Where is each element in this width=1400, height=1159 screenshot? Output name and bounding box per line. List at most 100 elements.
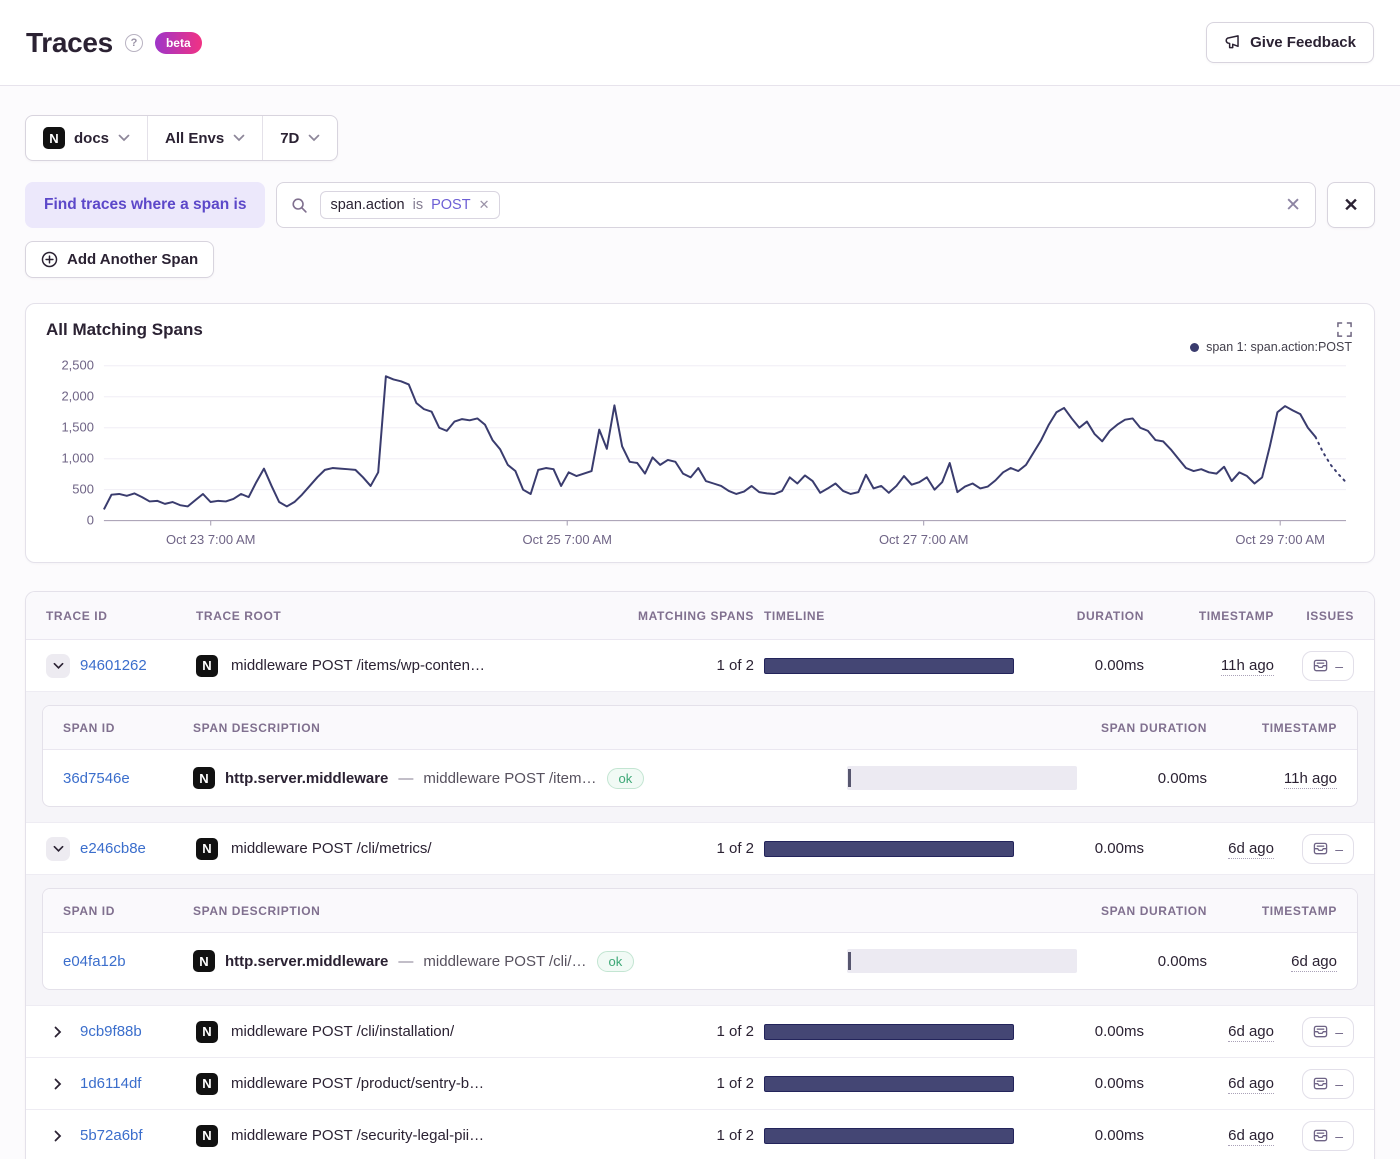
collapse-row-chevron-down-icon[interactable]: [46, 837, 70, 861]
trace-id-link[interactable]: 5b72a6bf: [80, 1127, 143, 1144]
search-clear-icon[interactable]: ✕: [1285, 194, 1301, 217]
search-icon: [291, 197, 308, 214]
environment-selector-label: All Envs: [165, 130, 224, 147]
svg-text:0: 0: [87, 513, 94, 528]
matching-spans-value: 1 of 2: [634, 657, 754, 674]
span-op-label: http.server.middleware: [225, 953, 388, 970]
timeline-bar[interactable]: [764, 658, 1014, 674]
svg-text:2,500: 2,500: [61, 358, 93, 373]
trace-root-label: middleware POST /items/wp-conten…: [231, 657, 485, 674]
timeline-bar[interactable]: [764, 1024, 1014, 1040]
nextjs-project-icon: N: [196, 1021, 218, 1043]
token-remove-icon[interactable]: ✕: [479, 197, 490, 213]
trace-root-label: middleware POST /cli/metrics/: [231, 840, 432, 857]
col-span-id: SPAN ID: [63, 721, 193, 735]
expand-row-chevron-right-icon[interactable]: [46, 1072, 70, 1096]
expand-row-chevron-right-icon[interactable]: [46, 1124, 70, 1148]
span-timeline-bar[interactable]: [847, 949, 1077, 973]
page-title: Traces: [26, 27, 113, 59]
timestamp-value: 11h ago: [1221, 657, 1274, 676]
trace-id-link[interactable]: 9cb9f88b: [80, 1023, 142, 1040]
chevron-down-icon: [233, 134, 245, 142]
svg-text:2,000: 2,000: [61, 389, 93, 404]
chart-title: All Matching Spans: [46, 320, 203, 340]
traces-table-header: TRACE ID TRACE ROOT MATCHING SPANS TIMEL…: [26, 592, 1374, 640]
svg-text:1,000: 1,000: [61, 451, 93, 466]
col-duration: DURATION: [1024, 609, 1144, 623]
token-operator: is: [413, 197, 423, 213]
matching-spans-value: 1 of 2: [634, 1023, 754, 1040]
expanded-spans-section: SPAN ID SPAN DESCRIPTION SPAN DURATION T…: [26, 875, 1374, 1006]
date-range-selector[interactable]: 7D: [262, 116, 337, 160]
legend-label: span 1: span.action:POST: [1206, 340, 1352, 354]
remove-span-query-button[interactable]: ✕: [1327, 182, 1375, 228]
beta-badge: beta: [155, 32, 202, 54]
expand-row-chevron-right-icon[interactable]: [46, 1020, 70, 1044]
col-timestamp: TIMESTAMP: [1144, 609, 1274, 623]
span-op-label: http.server.middleware: [225, 770, 388, 787]
col-trace-root: TRACE ROOT: [196, 609, 634, 623]
timeline-bar[interactable]: [764, 841, 1014, 857]
col-span-duration: SPAN DURATION: [1087, 904, 1207, 918]
issues-button[interactable]: –: [1302, 1121, 1354, 1151]
plus-circle-icon: [41, 251, 58, 268]
duration-value: 0.00ms: [1024, 1023, 1144, 1040]
add-another-span-button[interactable]: Add Another Span: [25, 241, 214, 278]
table-row: e246cb8e N middleware POST /cli/metrics/…: [26, 823, 1374, 875]
issues-button[interactable]: –: [1302, 834, 1354, 864]
nextjs-project-icon: N: [196, 1073, 218, 1095]
issues-button[interactable]: –: [1302, 1069, 1354, 1099]
col-matching-spans: MATCHING SPANS: [634, 609, 754, 623]
project-selector-label: docs: [74, 130, 109, 147]
table-row: 9cb9f88b N middleware POST /cli/installa…: [26, 1006, 1374, 1058]
span-id-link[interactable]: e04fa12b: [63, 953, 193, 970]
span-id-link[interactable]: 36d7546e: [63, 770, 193, 787]
search-filter-token[interactable]: span.action is POST ✕: [320, 191, 499, 219]
environment-selector[interactable]: All Envs: [147, 116, 262, 160]
span-timestamp-value: 6d ago: [1291, 953, 1337, 972]
span-description-label: middleware POST /cli/…: [423, 953, 586, 970]
timeline-bar[interactable]: [764, 1128, 1014, 1144]
chart-legend[interactable]: span 1: span.action:POST: [46, 340, 1352, 354]
svg-text:Oct 23 7:00 AM: Oct 23 7:00 AM: [166, 532, 255, 547]
span-search-input[interactable]: span.action is POST ✕ ✕: [276, 182, 1316, 228]
expand-chart-icon[interactable]: [1335, 320, 1354, 342]
issues-button[interactable]: –: [1302, 1017, 1354, 1047]
timestamp-value: 6d ago: [1228, 840, 1274, 859]
help-icon[interactable]: ?: [125, 34, 143, 52]
spans-table-header: SPAN ID SPAN DESCRIPTION SPAN DURATION T…: [43, 706, 1357, 750]
separator: —: [398, 953, 413, 970]
traces-table: TRACE ID TRACE ROOT MATCHING SPANS TIMEL…: [25, 591, 1375, 1159]
span-status-badge: ok: [607, 768, 645, 789]
trace-root-label: middleware POST /security-legal-pii…: [231, 1127, 484, 1144]
trace-id-link[interactable]: 94601262: [80, 657, 147, 674]
nextjs-project-icon: N: [196, 1125, 218, 1147]
table-row: 1d6114df N middleware POST /product/sent…: [26, 1058, 1374, 1110]
spans-line-chart[interactable]: 0 500 1,000 1,500 2,000 2,500 Oct 23 7:00 AM Oc…: [46, 356, 1354, 552]
svg-text:500: 500: [72, 482, 94, 497]
project-selector[interactable]: N docs: [26, 116, 147, 160]
give-feedback-button[interactable]: Give Feedback: [1206, 22, 1374, 63]
expanded-spans-section: SPAN ID SPAN DESCRIPTION SPAN DURATION T…: [26, 692, 1374, 823]
span-status-badge: ok: [597, 951, 635, 972]
legend-dot-icon: [1190, 343, 1199, 352]
duration-value: 0.00ms: [1024, 840, 1144, 857]
trace-id-link[interactable]: e246cb8e: [80, 840, 146, 857]
issues-button[interactable]: –: [1302, 651, 1354, 681]
timeline-bar[interactable]: [764, 1076, 1014, 1092]
timestamp-value: 6d ago: [1228, 1023, 1274, 1042]
matching-spans-value: 1 of 2: [634, 1127, 754, 1144]
collapse-row-chevron-down-icon[interactable]: [46, 654, 70, 678]
token-key: span.action: [330, 197, 404, 213]
svg-text:Oct 27 7:00 AM: Oct 27 7:00 AM: [879, 532, 968, 547]
trace-id-link[interactable]: 1d6114df: [80, 1075, 141, 1092]
col-span-timestamp: TIMESTAMP: [1207, 721, 1337, 735]
col-trace-id: TRACE ID: [46, 609, 196, 623]
timestamp-value: 6d ago: [1228, 1075, 1274, 1094]
svg-text:1,500: 1,500: [61, 420, 93, 435]
duration-value: 0.00ms: [1024, 1075, 1144, 1092]
span-timeline-bar[interactable]: [847, 766, 1077, 790]
nextjs-project-icon: N: [43, 127, 65, 149]
col-timeline: TIMELINE: [754, 609, 1024, 623]
nextjs-project-icon: N: [193, 950, 215, 972]
